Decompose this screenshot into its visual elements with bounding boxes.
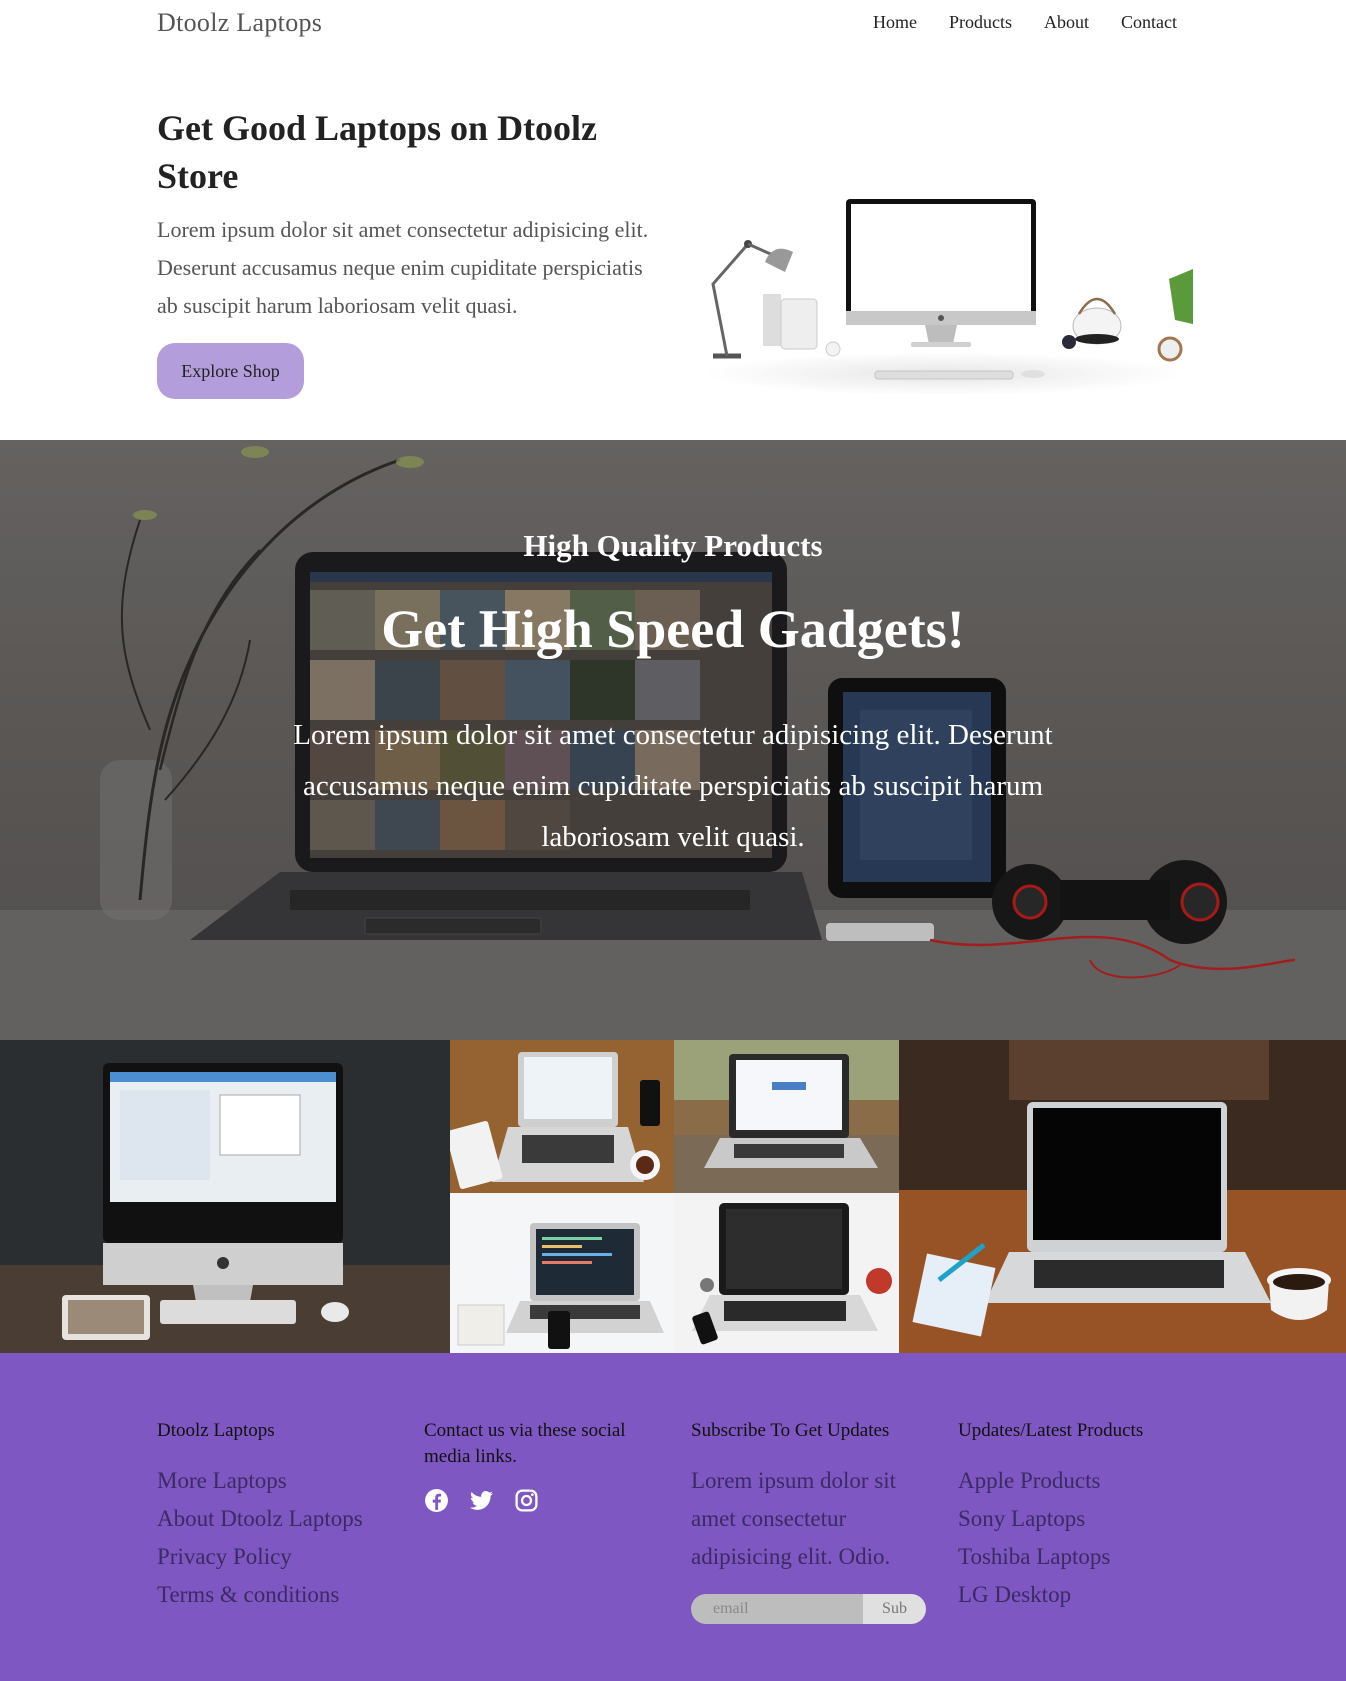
footer-brand-links: More Laptops About Dtoolz Laptops Privac… (157, 1462, 397, 1614)
email-input[interactable] (691, 1594, 863, 1624)
site-footer: Dtoolz Laptops More Laptops About Dtoolz… (0, 1353, 1346, 1681)
footer-col-brand: Dtoolz Laptops More Laptops About Dtoolz… (157, 1418, 397, 1614)
footer-subscribe-text: Lorem ipsum dolor sit amet consectetur a… (691, 1468, 897, 1569)
nav-link-home[interactable]: Home (873, 12, 917, 33)
nav-link-products[interactable]: Products (949, 12, 1012, 33)
nav-links: Home Products About Contact (873, 12, 1177, 33)
gallery-image-laptop-apple[interactable] (674, 1193, 899, 1353)
social-links (424, 1488, 654, 1513)
instagram-icon[interactable] (514, 1488, 539, 1513)
footer-social-heading: Contact us via these social media links. (424, 1420, 626, 1467)
top-nav: Dtoolz Laptops Home Products About Conta… (0, 0, 1346, 48)
footer-link-toshiba[interactable]: Toshiba Laptops (958, 1538, 1198, 1576)
footer-col-subscribe: Subscribe To Get Updates Lorem ipsum dol… (691, 1418, 931, 1624)
gallery-image-laptop-desk[interactable] (450, 1040, 674, 1193)
footer-brand-heading: Dtoolz Laptops (157, 1420, 275, 1441)
brand-logo[interactable]: Dtoolz Laptops (157, 8, 322, 38)
footer-link-terms[interactable]: Terms & conditions (157, 1576, 397, 1614)
twitter-icon[interactable] (469, 1488, 494, 1513)
subscribe-button[interactable]: Sub (863, 1594, 926, 1624)
nav-link-contact[interactable]: Contact (1121, 12, 1177, 33)
product-gallery (0, 1040, 1346, 1353)
footer-link-about[interactable]: About Dtoolz Laptops (157, 1500, 397, 1538)
gallery-image-imac[interactable] (0, 1040, 450, 1353)
footer-link-more-laptops[interactable]: More Laptops (157, 1462, 397, 1500)
explore-shop-button[interactable]: Explore Shop (157, 343, 304, 399)
banner-title: Get High Speed Gadgets! (381, 599, 965, 659)
gallery-image-laptop-code[interactable] (450, 1193, 674, 1353)
nav-link-about[interactable]: About (1044, 12, 1089, 33)
hero-banner: High Quality Products Get High Speed Gad… (0, 440, 1346, 1040)
footer-subscribe-heading: Subscribe To Get Updates (691, 1420, 890, 1441)
footer-link-sony[interactable]: Sony Laptops (958, 1500, 1198, 1538)
footer-products-heading: Updates/Latest Products (958, 1420, 1144, 1441)
banner-text: Lorem ipsum dolor sit amet consectetur a… (293, 719, 1053, 853)
hero-section: Get Good Laptops on Dtoolz Store Lorem i… (0, 48, 1346, 440)
footer-products-links: Apple Products Sony Laptops Toshiba Lapt… (958, 1462, 1198, 1614)
footer-link-privacy[interactable]: Privacy Policy (157, 1538, 397, 1576)
footer-col-social: Contact us via these social media links. (424, 1418, 654, 1513)
hero-title: Get Good Laptops on Dtoolz Store (157, 108, 598, 196)
facebook-icon[interactable] (424, 1488, 449, 1513)
footer-link-apple[interactable]: Apple Products (958, 1462, 1198, 1500)
gallery-image-laptop-outdoor[interactable] (674, 1040, 899, 1193)
hero-text: Lorem ipsum dolor sit amet consectetur a… (157, 217, 649, 318)
subscribe-form: Sub (691, 1594, 926, 1624)
gallery-image-laptop-cafe[interactable] (899, 1040, 1346, 1353)
footer-col-products: Updates/Latest Products Apple Products S… (958, 1418, 1198, 1614)
desk-setup-image (693, 144, 1193, 396)
banner-subtitle: High Quality Products (523, 528, 823, 563)
footer-link-lg[interactable]: LG Desktop (958, 1576, 1198, 1614)
